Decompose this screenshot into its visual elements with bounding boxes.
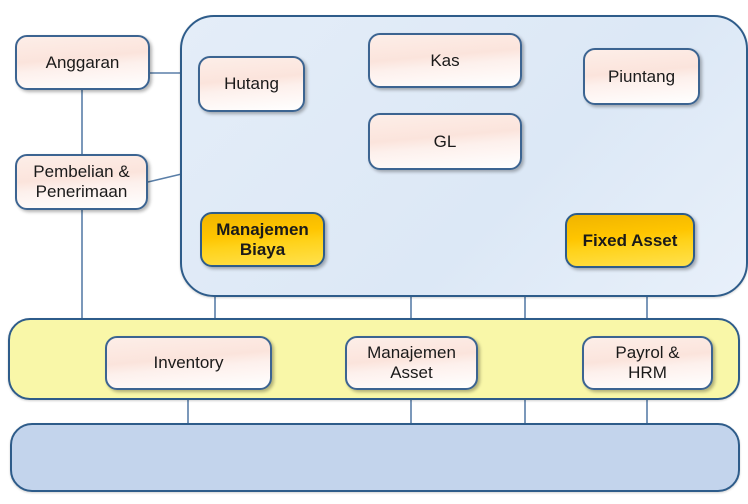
node-manajemen-asset-line1: Manajemen [367, 343, 456, 363]
node-fixed-asset-label: Fixed Asset [582, 230, 678, 250]
node-inventory-label: Inventory [153, 353, 224, 373]
node-pembelian-line2: Penerimaan [35, 182, 128, 201]
node-pembelian-line1: Pembelian & [33, 162, 130, 182]
node-hutang-label: Hutang [224, 74, 279, 94]
node-payrol-hrm-line1: Payrol & [615, 343, 680, 363]
node-kas[interactable]: Kas [368, 33, 522, 88]
node-pembelian-penerimaan[interactable]: Pembelian & Penerimaan [15, 154, 148, 210]
node-kas-label: Kas [430, 50, 460, 70]
node-inventory[interactable]: Inventory [105, 336, 272, 390]
node-piutang-label: Piuntang [607, 66, 676, 86]
node-anggaran-label: Anggaran [45, 52, 120, 72]
node-payrol-hrm-line2: HRM [628, 363, 667, 382]
node-gl[interactable]: GL [368, 113, 522, 170]
node-hutang[interactable]: Hutang [198, 56, 305, 112]
node-piutang[interactable]: Piuntang [583, 48, 700, 105]
node-payrol-hrm[interactable]: Payrol & HRM [582, 336, 713, 390]
diagram-canvas: Anggaran Pembelian & Penerimaan Hutang K… [0, 0, 748, 504]
node-gl-label: GL [433, 131, 457, 151]
node-manajemen-biaya-line2: Biaya [239, 239, 286, 259]
node-manajemen-biaya-line1: Manajemen [216, 219, 309, 239]
node-manajemen-biaya[interactable]: Manajemen Biaya [200, 212, 325, 267]
foundation-group-container [10, 423, 740, 492]
node-fixed-asset[interactable]: Fixed Asset [565, 213, 695, 268]
node-manajemen-asset[interactable]: Manajemen Asset [345, 336, 478, 390]
node-anggaran[interactable]: Anggaran [15, 35, 150, 90]
node-manajemen-asset-line2: Asset [390, 363, 433, 382]
